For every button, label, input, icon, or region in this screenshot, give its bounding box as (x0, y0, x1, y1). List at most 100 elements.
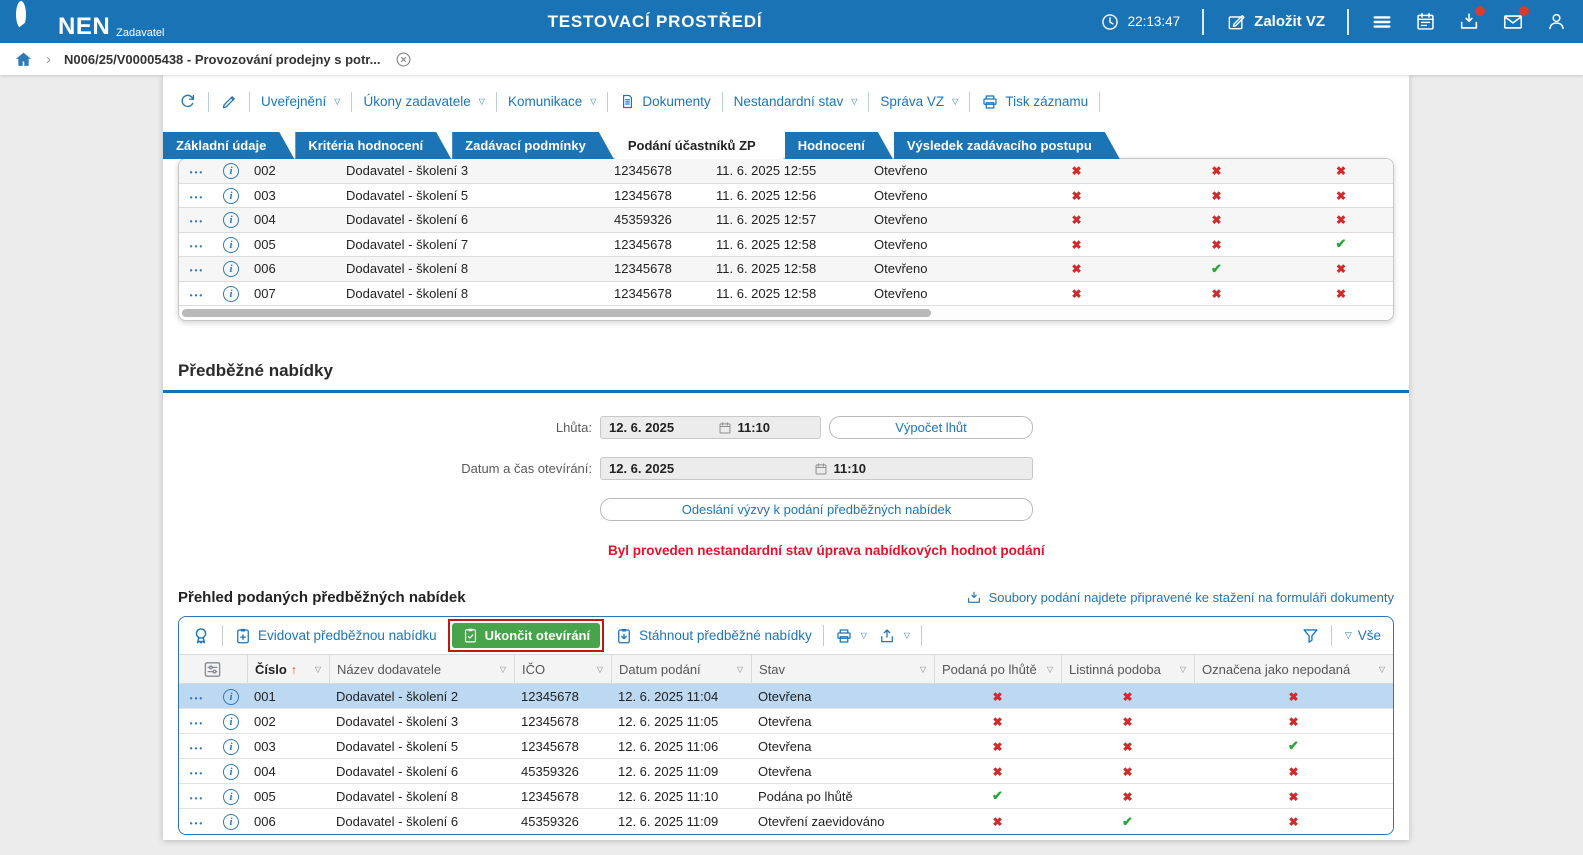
filter-caret-icon[interactable]: ▽ (597, 665, 603, 674)
row-menu[interactable]: ••• (179, 286, 215, 301)
row-info-icon[interactable]: i (223, 764, 239, 780)
refresh-button[interactable] (178, 92, 197, 111)
row-menu-icon[interactable]: ••• (190, 242, 204, 251)
row-menu-icon[interactable]: ••• (190, 794, 204, 803)
table-row[interactable]: •••i006Dodavatel - školení 81234567811. … (179, 257, 1393, 282)
table-row[interactable]: •••i004Dodavatel - školení 64535932612. … (179, 759, 1393, 784)
table-row[interactable]: •••i003Dodavatel - školení 51234567811. … (179, 184, 1393, 209)
table-row[interactable]: •••i001Dodavatel - školení 21234567812. … (179, 684, 1393, 709)
column-header-listinn-podoba[interactable]: Listinná podoba▽ (1061, 655, 1194, 683)
sort-ascending-icon[interactable]: ↑ (291, 663, 297, 677)
column-header-i-o[interactable]: IČO▽ (514, 655, 611, 683)
table-row[interactable]: •••i007Dodavatel - školení 81234567811. … (179, 282, 1393, 307)
column-settings-icon[interactable] (179, 655, 247, 683)
export-button[interactable]: ▽ (878, 627, 910, 645)
nen-logo[interactable]: NEN Zadavatel (16, 6, 164, 38)
row-info[interactable]: i (215, 738, 247, 755)
row-info-icon[interactable]: i (223, 814, 239, 830)
row-menu[interactable]: ••• (179, 814, 215, 829)
messages-button[interactable] (1502, 11, 1524, 33)
row-info[interactable]: i (215, 162, 247, 179)
row-info[interactable]: i (215, 713, 247, 730)
filter-caret-icon[interactable]: ▽ (920, 665, 926, 674)
menu-nestandardni-stav[interactable]: Nestandardní stav▽ (734, 94, 858, 109)
menu-sprava-vz[interactable]: Správa VZ▽ (880, 94, 958, 109)
breadcrumb-record[interactable]: N006/25/V00005438 - Provozování prodejny… (64, 52, 380, 67)
filter-caret-icon[interactable]: ▽ (315, 665, 321, 674)
row-info[interactable]: i (215, 788, 247, 805)
menu-uverejneni[interactable]: Uveřejnění▽ (261, 94, 340, 109)
home-button[interactable] (14, 50, 33, 69)
table-row[interactable]: •••i003Dodavatel - školení 51234567812. … (179, 734, 1393, 759)
row-info[interactable]: i (215, 285, 247, 302)
row-info-icon[interactable]: i (223, 237, 239, 253)
column-header-datum-pod-n-[interactable]: Datum podání▽ (611, 655, 751, 683)
row-menu[interactable]: ••• (179, 739, 215, 754)
deadline-input[interactable]: 12. 6. 2025 11:10 (600, 416, 821, 439)
filter-caret-icon[interactable]: ▽ (500, 665, 506, 674)
column-header--slo[interactable]: Číslo↑▽ (247, 655, 329, 683)
row-info[interactable]: i (215, 260, 247, 277)
row-menu[interactable]: ••• (179, 237, 215, 252)
calendar-button[interactable] (1415, 11, 1436, 32)
row-menu-icon[interactable]: ••• (190, 193, 204, 202)
row-info-icon[interactable]: i (223, 286, 239, 302)
filter-button[interactable] (1301, 626, 1320, 645)
row-menu[interactable]: ••• (179, 789, 215, 804)
tab-hodnocen-[interactable]: Hodnocení (785, 132, 893, 159)
table-row[interactable]: •••i005Dodavatel - školení 81234567812. … (179, 784, 1393, 809)
horizontal-scrollbar[interactable] (179, 306, 1393, 320)
download-offers-button[interactable]: Stáhnout předběžné nabídky (615, 627, 812, 645)
column-header-podan-po-lh-t-[interactable]: Podaná po lhůtě▽ (934, 655, 1061, 683)
opening-input[interactable]: 12. 6. 2025 11:10 (600, 457, 1033, 480)
award-button[interactable] (191, 626, 211, 646)
menu-dokumenty[interactable]: Dokumenty (619, 93, 710, 110)
tab-pod-n-astn-k-zp[interactable]: Podání účastníků ZP (615, 132, 784, 159)
column-header-ozna-ena-jako-nepodan-[interactable]: Označena jako nepodaná▽ (1194, 655, 1393, 683)
filter-caret-icon[interactable]: ▽ (737, 665, 743, 674)
create-vz-button[interactable]: Založit VZ (1226, 12, 1325, 32)
tab-v-sledek-zad-vac-ho-postupu[interactable]: Výsledek zadávacího postupu (894, 132, 1120, 159)
edit-button[interactable] (220, 93, 238, 111)
row-info-icon[interactable]: i (223, 261, 239, 277)
row-info[interactable]: i (215, 211, 247, 228)
send-call-button[interactable]: Odeslání výzvy k podání předběžných nabí… (600, 498, 1033, 521)
tab-zad-vac-podm-nky[interactable]: Zadávací podmínky (452, 132, 614, 159)
tab-krit-ria-hodnocen-[interactable]: Kritéria hodnocení (295, 132, 451, 159)
menu-komunikace[interactable]: Komunikace▽ (508, 94, 596, 109)
row-info-icon[interactable]: i (223, 163, 239, 179)
row-menu[interactable]: ••• (179, 163, 215, 178)
calc-deadlines-button[interactable]: Výpočet lhůt (829, 416, 1033, 439)
row-menu-icon[interactable]: ••• (190, 819, 204, 828)
row-menu[interactable]: ••• (179, 188, 215, 203)
table-row[interactable]: •••i002Dodavatel - školení 31234567812. … (179, 709, 1393, 734)
row-info-icon[interactable]: i (223, 789, 239, 805)
row-menu-icon[interactable]: ••• (190, 694, 204, 703)
row-menu-icon[interactable]: ••• (190, 291, 204, 300)
table-row[interactable]: •••i006Dodavatel - školení 64535932612. … (179, 809, 1393, 834)
filter-caret-icon[interactable]: ▽ (1379, 665, 1385, 674)
download-files-note[interactable]: Soubory podání najdete připravené ke sta… (966, 590, 1394, 606)
column-header-n-zev-dodavatele[interactable]: Název dodavatele▽ (329, 655, 514, 683)
row-info[interactable]: i (215, 236, 247, 253)
filter-all-dropdown[interactable]: ▽ Vše (1343, 628, 1381, 643)
row-info-icon[interactable]: i (223, 689, 239, 705)
downloads-button[interactable] (1458, 11, 1480, 33)
row-info[interactable]: i (215, 813, 247, 830)
tab-z-kladn-daje[interactable]: Základní údaje (163, 132, 294, 159)
print-record-button[interactable]: Tisk záznamu (981, 93, 1088, 111)
table-row[interactable]: •••i004Dodavatel - školení 64535932611. … (179, 208, 1393, 233)
register-offer-button[interactable]: Evidovat předběžnou nabídku (234, 627, 437, 645)
calendar-icon[interactable] (718, 421, 732, 435)
row-menu[interactable]: ••• (179, 212, 215, 227)
row-menu[interactable]: ••• (179, 689, 215, 704)
row-menu-icon[interactable]: ••• (190, 217, 204, 226)
column-header-stav[interactable]: Stav▽ (751, 655, 934, 683)
calendar-icon[interactable] (814, 462, 828, 476)
row-info[interactable]: i (215, 187, 247, 204)
row-info[interactable]: i (215, 763, 247, 780)
row-menu-icon[interactable]: ••• (190, 168, 204, 177)
row-info-icon[interactable]: i (223, 188, 239, 204)
menu-ukony-zadavatele[interactable]: Úkony zadavatele▽ (363, 94, 484, 109)
main-menu-button[interactable] (1371, 11, 1393, 33)
